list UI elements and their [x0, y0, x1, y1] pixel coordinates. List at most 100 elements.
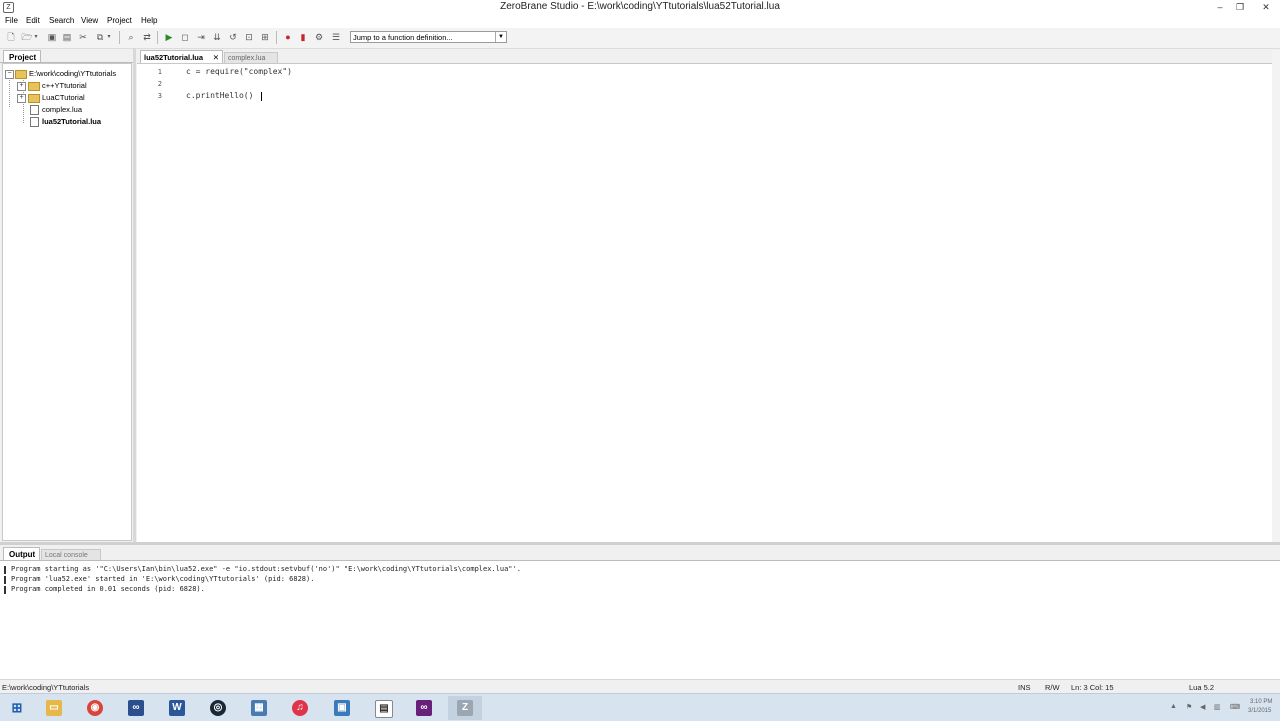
taskbar-app[interactable]: ▤ [366, 696, 400, 720]
tab-local-console[interactable]: Local console [41, 549, 101, 560]
taskbar-app[interactable]: ∞ [407, 696, 441, 720]
watch-icon[interactable]: ⊞ [259, 31, 271, 43]
menu-search[interactable]: Search [49, 16, 74, 25]
taskbar-app[interactable]: ▦ [242, 696, 276, 720]
editor-scrollbar[interactable] [1272, 50, 1280, 542]
horizontal-splitter[interactable] [0, 542, 1280, 545]
step-out-icon[interactable]: ↺ [227, 31, 239, 43]
output-panel[interactable]: Program starting as '"C:\Users\Ian\bin\l… [0, 560, 1280, 679]
status-read-write: R/W [1045, 683, 1060, 692]
word-icon: W [169, 700, 185, 716]
code-line[interactable]: c.printHello() [186, 91, 253, 100]
code-editor[interactable] [137, 63, 1272, 543]
editor-tab-complex[interactable]: complex.lua [224, 52, 278, 63]
menu-file[interactable]: File [5, 16, 18, 25]
status-cursor-position: Ln: 3 Col: 15 [1071, 683, 1114, 692]
breakpoint-icon[interactable]: ● [282, 31, 294, 43]
editor-tab-lua52tutorial[interactable]: lua52Tutorial.lua ✕ [140, 50, 223, 63]
line-number: 2 [157, 80, 162, 88]
status-insert-mode: INS [1018, 683, 1031, 692]
visual-studio-2-icon: ∞ [416, 700, 432, 716]
expand-icon[interactable]: + [17, 94, 26, 103]
text-caret [261, 92, 262, 101]
window-title: ZeroBrane Studio - E:\work\coding\YTtuto… [500, 1, 780, 12]
menu-view[interactable]: View [81, 16, 98, 25]
tree-item-folder[interactable]: LuaCTutorial [42, 93, 85, 102]
stop-icon[interactable]: ◻ [179, 31, 191, 43]
open-dropdown-icon[interactable]: ▾ [33, 31, 39, 43]
cut-icon[interactable]: ✂ [77, 31, 89, 43]
clock-time[interactable]: 3:10 PM [1250, 699, 1272, 705]
paste-dropdown-icon[interactable]: ▾ [106, 31, 112, 43]
chevron-down-icon[interactable]: ▼ [495, 32, 506, 42]
network-icon[interactable]: ▥ [1214, 703, 1221, 711]
keyboard-icon[interactable]: ⌨ [1230, 703, 1240, 711]
steam-icon: ◎ [210, 700, 226, 716]
output-marker [4, 576, 6, 584]
taskbar-app[interactable]: W [160, 696, 194, 720]
taskbar-app[interactable]: ▭ [37, 696, 71, 720]
break-icon[interactable]: ⊡ [243, 31, 255, 43]
itunes-icon: ♫ [292, 700, 308, 716]
output-line: Program starting as '"C:\Users\Ian\bin\l… [11, 565, 521, 573]
debugger-icon[interactable]: ⚙ [313, 31, 325, 43]
line-number: 1 [157, 68, 162, 76]
tree-item-file-active[interactable]: lua52Tutorial.lua [42, 117, 101, 126]
minimize-button[interactable]: – [1210, 0, 1230, 14]
copy-icon[interactable]: ⧉ [94, 31, 106, 43]
tree-item-folder[interactable]: c++YTtutorial [42, 81, 87, 90]
replace-icon[interactable]: ⇄ [141, 31, 153, 43]
find-icon[interactable]: ⌕ [125, 31, 137, 43]
chrome-icon: ◉ [87, 700, 103, 716]
taskbar-app-active[interactable]: Z [448, 696, 482, 720]
start-button[interactable]: ⊞ [0, 696, 34, 720]
new-file-icon[interactable]: 🗋 [5, 31, 17, 43]
lua-file-icon [30, 105, 39, 115]
expand-icon[interactable]: + [17, 82, 26, 91]
zerobrane-icon: Z [457, 700, 473, 716]
close-button[interactable]: ✕ [1252, 0, 1280, 14]
speaker-icon[interactable]: ◀ [1200, 703, 1205, 711]
taskbar-app[interactable]: ♫ [283, 696, 317, 720]
code-line[interactable]: c = require("complex") [186, 67, 292, 76]
collapse-icon[interactable]: − [5, 70, 14, 79]
line-number: 3 [157, 92, 162, 100]
folder-icon [28, 82, 40, 91]
save-icon[interactable]: ▣ [46, 31, 58, 43]
start-icon: ⊞ [11, 700, 23, 715]
taskbar-app[interactable]: ∞ [119, 696, 153, 720]
settings-icon[interactable]: ☰ [330, 31, 342, 43]
editor-tab-label: lua52Tutorial.lua [144, 53, 204, 62]
step-into-icon[interactable]: ⇊ [211, 31, 223, 43]
folder-icon [28, 94, 40, 103]
taskbar-app[interactable]: ◉ [78, 696, 112, 720]
clock-date[interactable]: 3/1/2015 [1248, 708, 1271, 714]
tree-root[interactable]: E:\work\coding\YTtutorials [29, 69, 116, 78]
tree-line [9, 77, 10, 107]
toolbar-separator [119, 31, 120, 44]
maximize-button[interactable]: ❐ [1230, 0, 1250, 14]
menu-help[interactable]: Help [141, 16, 157, 25]
bookmark-icon[interactable]: ▮ [297, 31, 309, 43]
step-over-icon[interactable]: ⇥ [195, 31, 207, 43]
folder-icon [15, 70, 27, 79]
menu-project[interactable]: Project [107, 16, 132, 25]
taskbar-app[interactable]: ▣ [325, 696, 359, 720]
menu-edit[interactable]: Edit [26, 16, 40, 25]
tray-arrow-icon[interactable]: ▲ [1170, 703, 1177, 710]
function-jump-select[interactable]: Jump to a function definition... ▼ [350, 31, 507, 43]
tree-item-file[interactable]: complex.lua [42, 105, 82, 114]
tab-output[interactable]: Output [3, 547, 40, 560]
open-file-icon[interactable]: 🗁 [21, 31, 33, 43]
menu-bar: File Edit Search View Project Help [0, 15, 1280, 28]
run-icon[interactable]: ▶ [163, 31, 175, 43]
file-explorer-icon: ▭ [46, 700, 62, 716]
taskbar-app[interactable]: ◎ [201, 696, 235, 720]
notepad-icon: ▤ [375, 700, 393, 718]
flag-icon[interactable]: ⚑ [1186, 703, 1192, 711]
output-line: Program completed in 0.01 seconds (pid: … [11, 585, 205, 593]
save-all-icon[interactable]: ▤ [61, 31, 73, 43]
status-bar: E:\work\coding\YTtutorials INS R/W Ln: 3… [0, 679, 1280, 694]
vertical-splitter[interactable] [133, 48, 136, 543]
status-path: E:\work\coding\YTtutorials [2, 683, 90, 692]
